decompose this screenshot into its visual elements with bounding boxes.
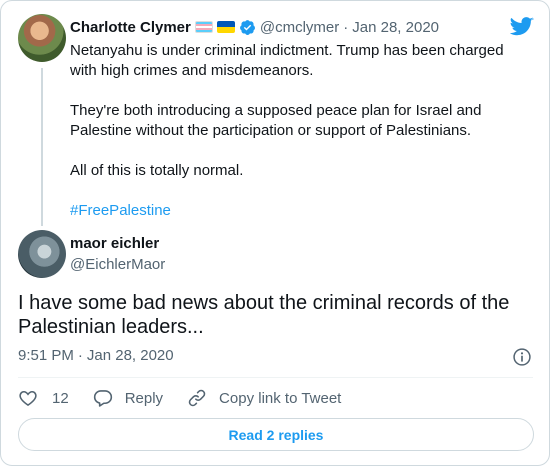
copy-link-button[interactable]: Copy link to Tweet	[187, 388, 341, 408]
reply-author-handle[interactable]: @EichlerMaor	[70, 256, 165, 273]
read-replies-button[interactable]: Read 2 replies	[18, 418, 534, 451]
tweet-header: Charlotte Clymer @cmclymer · Jan 28, 202…	[70, 16, 439, 38]
tweet-paragraph: Netanyahu is under criminal indictment. …	[70, 42, 504, 79]
embedded-tweet-card: Charlotte Clymer @cmclymer · Jan 28, 202…	[0, 0, 550, 466]
twitter-bird-icon[interactable]	[509, 17, 534, 37]
like-count: 12	[52, 389, 69, 407]
author-avatar[interactable]	[18, 14, 66, 62]
verified-badge-icon	[239, 19, 256, 36]
tweet-paragraph: All of this is totally normal.	[70, 162, 244, 179]
heart-icon	[19, 390, 37, 407]
reply-text: I have some bad news about the criminal …	[18, 292, 510, 338]
tweet-date[interactable]: Jan 28, 2020	[352, 19, 439, 36]
reply-author-name[interactable]: maor eichler	[70, 235, 159, 252]
action-bar: 12 Reply Copy link to Tweet	[18, 387, 365, 409]
separator-dot: ·	[77, 347, 83, 364]
info-icon[interactable]	[512, 347, 532, 367]
reply-button[interactable]: Reply	[93, 388, 163, 408]
reply-author-avatar[interactable]	[18, 230, 66, 278]
thread-connector-line	[41, 68, 43, 226]
author-handle[interactable]: @cmclymer	[260, 19, 339, 36]
hashtag-link[interactable]: #FreePalestine	[70, 202, 171, 219]
reply-timestamp[interactable]: 9:51 PM · Jan 28, 2020	[18, 347, 174, 364]
separator-dot: ·	[343, 18, 349, 36]
copy-link-label: Copy link to Tweet	[219, 389, 342, 407]
divider	[18, 377, 533, 378]
tweet-paragraph: They're both introducing a supposed peac…	[70, 102, 482, 139]
like-button[interactable]: 12	[18, 388, 69, 408]
link-icon	[188, 389, 206, 407]
reply-icon	[93, 390, 112, 407]
transgender-flag-icon	[194, 21, 213, 33]
reply-label: Reply	[124, 389, 164, 407]
tweet-text: Netanyahu is under criminal indictment. …	[70, 41, 530, 221]
author-name[interactable]: Charlotte Clymer	[70, 19, 191, 36]
reply-date[interactable]: Jan 28, 2020	[87, 347, 174, 364]
ukraine-flag-icon	[216, 21, 235, 33]
reply-time[interactable]: 9:51 PM	[18, 347, 74, 364]
